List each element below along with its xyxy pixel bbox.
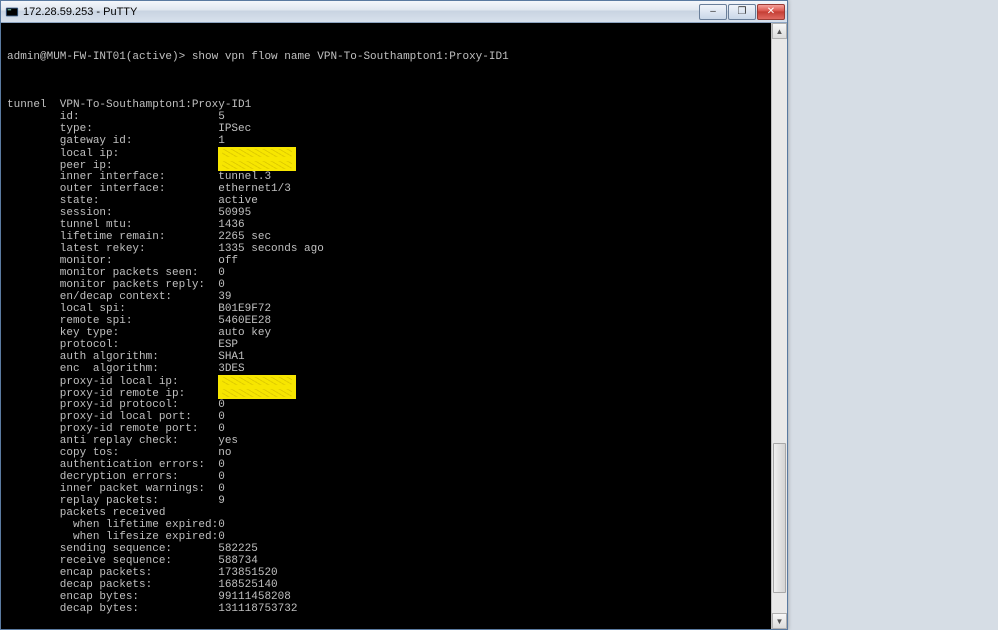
output-row: when lifesize expired:0 bbox=[7, 531, 781, 543]
redacted-value bbox=[218, 147, 296, 159]
output-row: sending sequence: 582225 bbox=[7, 543, 781, 555]
output-row: protocol: ESP bbox=[7, 339, 781, 351]
output-row: packets received bbox=[7, 507, 781, 519]
output-row: latest rekey: 1335 seconds ago bbox=[7, 243, 781, 255]
output-row: outer interface: ethernet1/3 bbox=[7, 183, 781, 195]
tunnel-header: tunnel VPN-To-Southampton1:Proxy-ID1 bbox=[7, 99, 781, 111]
putty-icon bbox=[5, 5, 19, 19]
output-row: replay packets: 9 bbox=[7, 495, 781, 507]
output-row: state: active bbox=[7, 195, 781, 207]
output-row: tunnel mtu: 1436 bbox=[7, 219, 781, 231]
output-row: auth algorithm: SHA1 bbox=[7, 351, 781, 363]
maximize-button[interactable]: ❐ bbox=[728, 4, 756, 20]
output-row: proxy-id local ip: bbox=[7, 375, 781, 387]
output-row: proxy-id local port: 0 bbox=[7, 411, 781, 423]
output-row: en/decap context: 39 bbox=[7, 291, 781, 303]
output-row: session: 50995 bbox=[7, 207, 781, 219]
scroll-thumb[interactable] bbox=[773, 443, 786, 593]
redacted-value bbox=[218, 387, 296, 399]
output-row: copy tos: no bbox=[7, 447, 781, 459]
output-row: inner packet warnings: 0 bbox=[7, 483, 781, 495]
output-row: local spi: B01E9F72 bbox=[7, 303, 781, 315]
output-row: decap packets: 168525140 bbox=[7, 579, 781, 591]
minimize-button[interactable]: – bbox=[699, 4, 727, 20]
output-row: proxy-id remote ip: bbox=[7, 387, 781, 399]
output-row: encap packets: 173851520 bbox=[7, 567, 781, 579]
output-row: when lifetime expired:0 bbox=[7, 519, 781, 531]
output-row: decap bytes: 131118753732 bbox=[7, 603, 781, 615]
output-row: local ip: bbox=[7, 147, 781, 159]
scroll-up-button[interactable]: ▲ bbox=[772, 23, 787, 39]
output-row: enc algorithm: 3DES bbox=[7, 363, 781, 375]
output-row: authentication errors: 0 bbox=[7, 459, 781, 471]
window-controls: – ❐ ✕ bbox=[698, 4, 785, 20]
output-row: inner interface: tunnel.3 bbox=[7, 171, 781, 183]
titlebar[interactable]: 172.28.59.253 - PuTTY – ❐ ✕ bbox=[1, 1, 787, 23]
output-row: lifetime remain: 2265 sec bbox=[7, 231, 781, 243]
output-row: anti replay check: yes bbox=[7, 435, 781, 447]
output-row: id: 5 bbox=[7, 111, 781, 123]
output-row: monitor: off bbox=[7, 255, 781, 267]
output-row: decryption errors: 0 bbox=[7, 471, 781, 483]
maximize-icon: ❐ bbox=[738, 6, 747, 17]
close-icon: ✕ bbox=[767, 6, 775, 17]
output-row: key type: auto key bbox=[7, 327, 781, 339]
minimize-icon: – bbox=[710, 6, 716, 17]
scroll-down-button[interactable]: ▼ bbox=[772, 613, 787, 629]
output-row: remote spi: 5460EE28 bbox=[7, 315, 781, 327]
redacted-value bbox=[218, 159, 296, 171]
output-row: peer ip: bbox=[7, 159, 781, 171]
redacted-value bbox=[218, 375, 296, 387]
output-row: encap bytes: 99111458208 bbox=[7, 591, 781, 603]
output-row: proxy-id remote port: 0 bbox=[7, 423, 781, 435]
close-button[interactable]: ✕ bbox=[757, 4, 785, 20]
prompt-line: admin@MUM-FW-INT01(active)> show vpn flo… bbox=[7, 51, 781, 63]
output-row: proxy-id protocol: 0 bbox=[7, 399, 781, 411]
output-row: gateway id: 1 bbox=[7, 135, 781, 147]
scrollbar[interactable]: ▲ ▼ bbox=[771, 23, 787, 629]
output-row: monitor packets reply: 0 bbox=[7, 279, 781, 291]
output-row: monitor packets seen: 0 bbox=[7, 267, 781, 279]
putty-window: 172.28.59.253 - PuTTY – ❐ ✕ admin@MUM-FW… bbox=[0, 0, 788, 630]
terminal-area[interactable]: admin@MUM-FW-INT01(active)> show vpn flo… bbox=[1, 23, 787, 629]
window-title: 172.28.59.253 - PuTTY bbox=[23, 6, 698, 18]
output-row: type: IPSec bbox=[7, 123, 781, 135]
output-row: receive sequence: 588734 bbox=[7, 555, 781, 567]
